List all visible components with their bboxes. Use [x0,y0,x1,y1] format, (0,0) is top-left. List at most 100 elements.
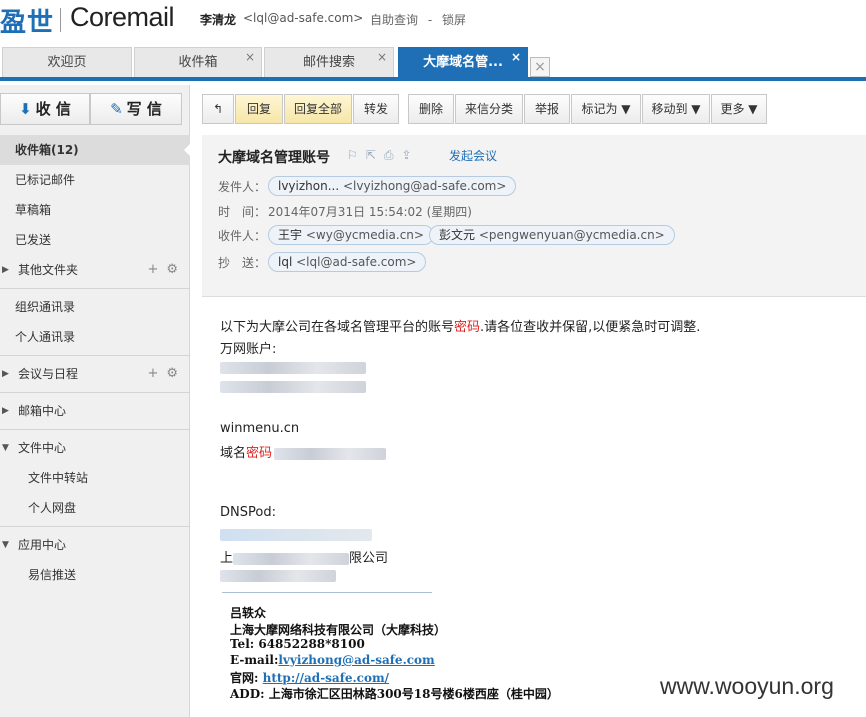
redacted-block [274,447,387,460]
sidebar-item-sent[interactable]: 已发送 [0,225,190,255]
delete-button[interactable]: 删除 [408,94,454,124]
brand-logo: Coremail [70,2,175,32]
close-icon[interactable]: × [377,42,387,72]
more-dropdown[interactable]: 更多 ▼ [711,94,767,124]
collapse-triangle-icon[interactable]: ▼ [2,433,9,463]
gear-icon[interactable]: ⚙ [166,366,178,381]
signature-email-link[interactable]: lvyizhong@ad-safe.com [278,653,434,667]
move-to-dropdown[interactable]: 移动到 ▼ [642,94,710,124]
self-service-link[interactable]: 自助查询 [370,13,418,27]
start-meeting-link[interactable]: 发起会议 [449,147,497,164]
folder-nav: 收件箱(12) 已标记邮件 草稿箱 已发送 ▶ 其他文件夹 + ⚙ 组织通讯录 个… [0,135,191,590]
signature-tel: Tel: 64852288*8100 [230,637,365,651]
sidebar-item-file-center[interactable]: ▼ 文件中心 [0,433,190,463]
redacted-link [220,528,372,541]
cc-chip[interactable]: lql <lql@ad-safe.com> [268,252,427,272]
sidebar-item-mail-center[interactable]: ▶ 邮箱中心 [0,396,190,426]
brand-logo-cn: 盈世 [0,8,55,38]
watermark: www.wooyun.org [660,673,834,699]
redacted-block [220,380,366,393]
forward-button[interactable]: 转发 [353,94,399,124]
report-button[interactable]: 举报 [524,94,570,124]
tab-inbox[interactable]: 收件箱 × [134,47,262,77]
highlight-password: 密码 [246,446,273,461]
recipient-chip[interactable]: 彭文元 <pengwenyuan@ycmedia.cn> [429,225,675,245]
company-prefix: 上 [220,551,234,566]
tab-current-mail[interactable]: 大摩域名管... × [398,47,528,77]
tab-bar: 欢迎页 收件箱 × 邮件搜索 × 大摩域名管... × × [0,47,866,81]
intro-text: 以下为大摩公司在各域名管理平台的账号 [220,320,455,335]
signature-site-link[interactable]: http://ad-safe.com/ [263,671,389,685]
redacted-line [220,568,336,583]
sidebar: ⬇ 收 信 ✎ 写 信 收件箱(12) 已标记邮件 草稿箱 已发送 ▶ 其他文件夹 … [0,85,191,717]
sidebar-item-other-folders[interactable]: ▶ 其他文件夹 + ⚙ [0,255,190,285]
expand-triangle-icon[interactable]: ▶ [2,396,9,426]
dnspod-label: DNSPod: [220,505,276,520]
sidebar-item-org-contacts[interactable]: 组织通讯录 [0,292,190,322]
close-all-tabs-icon[interactable]: × [530,57,550,77]
print-icon[interactable]: ⎙ [384,148,394,162]
redacted-line [220,527,372,542]
sidebar-item-calendar[interactable]: ▶ 会议与日程 + ⚙ [0,359,190,389]
from-label: 发件人： [218,180,267,194]
tab-label: 大摩域名管... [423,55,503,70]
email-label: E-mail: [230,653,279,667]
company-line: 上 限公司 [220,547,388,566]
recipient-chip[interactable]: 王宇 <wy@ycmedia.cn> [268,225,434,245]
recipient-name: 彭文元 [439,228,476,242]
mark-as-dropdown[interactable]: 标记为 ▼ [571,94,641,124]
external-link-icon[interactable]: ⇱ [366,148,376,162]
user-name: 李清龙 [200,13,237,27]
sidebar-item-yixin-push[interactable]: 易信推送 [0,560,190,590]
lock-screen-link[interactable]: 锁屏 [442,13,466,27]
to-label: 收件人： [218,229,267,243]
close-icon[interactable]: × [245,42,255,72]
divider [0,355,190,356]
write-button[interactable]: ✎ 写 信 [90,93,182,125]
flag-icon[interactable]: ⚐ [347,148,358,162]
sort-button[interactable]: 来信分类 [455,94,523,124]
tab-welcome[interactable]: 欢迎页 [2,47,132,77]
receive-button[interactable]: ⬇ 收 信 [0,93,90,125]
sender-chip[interactable]: lvyizhon... <lvyizhong@ad-safe.com> [268,176,517,196]
expand-triangle-icon[interactable]: ▶ [2,255,9,285]
expand-triangle-icon[interactable]: ▶ [2,359,9,389]
sidebar-item-drafts[interactable]: 草稿箱 [0,195,190,225]
highlight-password: 密码 [454,320,481,335]
back-button[interactable]: ↰ [202,94,234,124]
close-icon[interactable]: × [511,42,521,72]
mail-header: 大摩域名管理账号 ⚐ ⇱ ⎙ ⇪ 发起会议 发件人： lvyizhon... <lvy… [202,135,866,297]
domain-text: 域名 [220,446,247,461]
redacted-line [220,360,366,375]
sender-email: <lvyizhong@ad-safe.com> [343,179,507,193]
sidebar-item-personal-contacts[interactable]: 个人通讯录 [0,322,190,352]
sidebar-item-flagged[interactable]: 已标记邮件 [0,165,190,195]
calendar-actions: + ⚙ [139,359,178,389]
tab-label: 收件箱 [178,55,218,70]
signature-address: ADD: 上海市徐汇区田林路300号18号楼6楼西座（桂中园） [230,687,559,701]
top-header: 盈世 Coremail 李清龙 <lql@ad-safe.com> 自助查询 -… [0,0,866,40]
cc-label: 抄 送： [218,256,267,270]
sidebar-item-personal-disk[interactable]: 个人网盘 [0,493,190,523]
write-label: 写 信 [126,100,162,118]
gear-icon[interactable]: ⚙ [166,262,178,277]
sidebar-item-inbox[interactable]: 收件箱(12) [0,135,191,165]
collapse-triangle-icon[interactable]: ▼ [2,530,9,560]
reply-all-button[interactable]: 回复全部 [284,94,352,124]
sidebar-item-label: 邮箱中心 [18,404,67,418]
edit-icon: ✎ [110,100,123,118]
divider [0,526,190,527]
sidebar-item-label: 其他文件夹 [18,263,79,277]
redacted-line [220,379,366,394]
sidebar-item-app-center[interactable]: ▼ 应用中心 [0,530,190,560]
add-icon[interactable]: + [147,366,158,381]
redacted-block [220,569,336,582]
recipient-email: <wy@ycmedia.cn> [305,228,424,242]
sidebar-item-file-transfer[interactable]: 文件中转站 [0,463,190,493]
subject-icons: ⚐ ⇱ ⎙ ⇪ [347,148,420,163]
share-icon[interactable]: ⇪ [401,148,411,162]
back-icon: ↰ [212,102,224,116]
tab-mail-search[interactable]: 邮件搜索 × [264,47,394,77]
add-icon[interactable]: + [147,262,158,277]
reply-button[interactable]: 回复 [235,94,283,124]
